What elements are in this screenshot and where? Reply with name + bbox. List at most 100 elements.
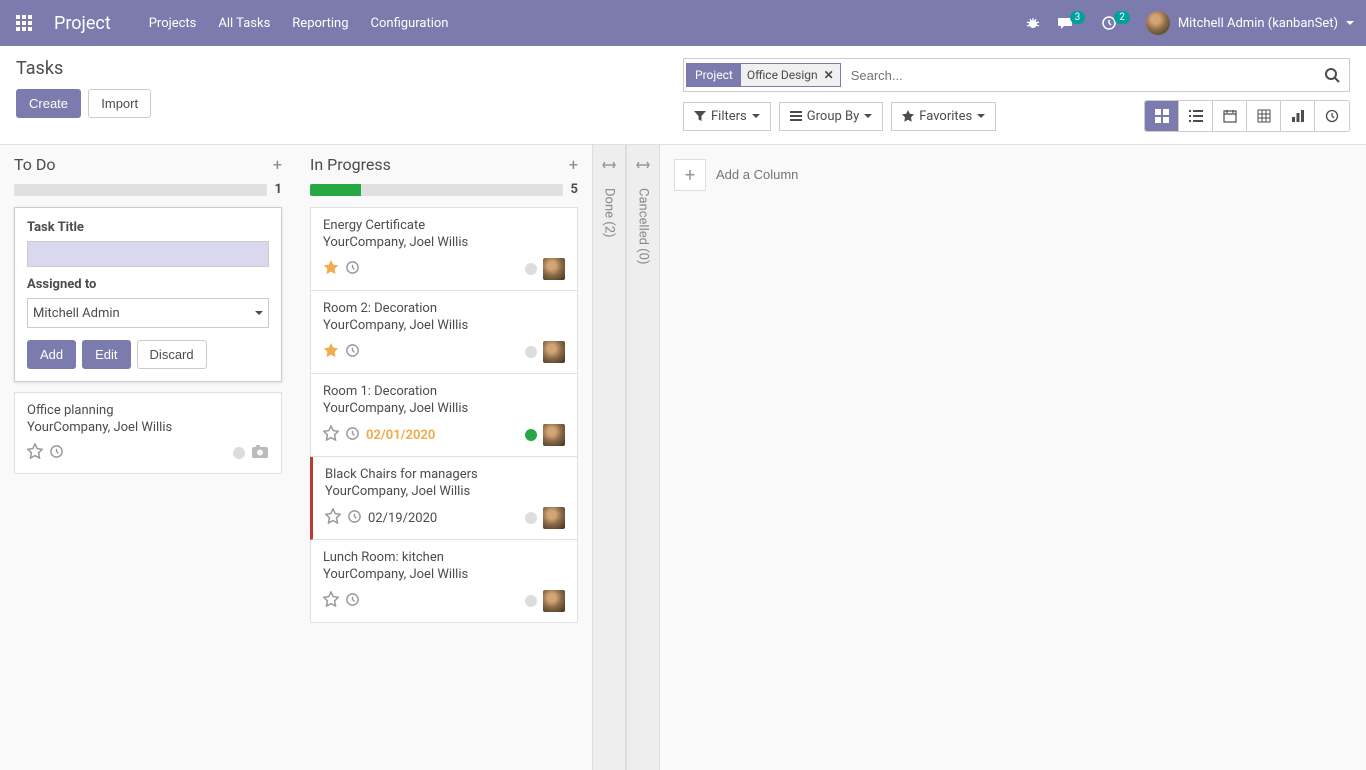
nav-projects[interactable]: Projects	[149, 16, 197, 31]
activity-icon[interactable]	[49, 444, 64, 463]
view-calendar-button[interactable]	[1213, 101, 1247, 131]
kanban-state-dot[interactable]	[525, 346, 537, 358]
search-submit-icon[interactable]	[1315, 67, 1349, 83]
assignee-avatar-icon[interactable]	[543, 507, 565, 529]
select-caret-icon	[255, 311, 263, 315]
create-button[interactable]: Create	[16, 89, 81, 118]
quick-create-form: Task Title Assigned to Mitchell Admin Ad…	[14, 207, 282, 382]
assignee-avatar-icon[interactable]	[543, 258, 565, 280]
search-input[interactable]	[843, 59, 1315, 91]
task-subtitle: YourCompany, Joel Willis	[27, 420, 269, 435]
view-activity-button[interactable]	[1315, 101, 1349, 131]
task-subtitle: YourCompany, Joel Willis	[323, 318, 565, 333]
star-icon[interactable]	[325, 508, 341, 528]
kanban-card[interactable]: Room 2: DecorationYourCompany, Joel Will…	[310, 291, 578, 374]
add-column-area: +	[660, 145, 906, 770]
task-title: Lunch Room: kitchen	[323, 550, 565, 565]
activities-icon[interactable]: 2	[1101, 15, 1130, 31]
column-title[interactable]: In Progress	[310, 155, 391, 174]
kanban-state-dot[interactable]	[525, 512, 537, 524]
apps-menu-button[interactable]	[12, 11, 36, 35]
deadline-date: 02/01/2020	[366, 428, 435, 443]
activity-icon[interactable]	[347, 509, 362, 528]
task-title-input[interactable]	[27, 241, 269, 267]
column-inprogress: In Progress + 5 Energy CertificateYourCo…	[296, 145, 592, 770]
assigned-to-label: Assigned to	[27, 277, 269, 292]
activity-icon[interactable]	[345, 260, 360, 279]
kanban-state-dot[interactable]	[525, 429, 537, 441]
kanban-card[interactable]: Lunch Room: kitchen YourCompany, Joel Wil…	[310, 540, 578, 623]
add-button[interactable]: Add	[27, 340, 76, 369]
search-facet-tag: Project Office Design ✕	[686, 63, 841, 87]
edit-button[interactable]: Edit	[82, 340, 130, 369]
view-graph-button[interactable]	[1281, 101, 1315, 131]
search-bar[interactable]: Project Office Design ✕	[683, 58, 1350, 92]
kanban-state-dot[interactable]	[233, 447, 245, 459]
folded-column-title: Done (2)	[602, 188, 617, 238]
search-facet-value: Office Design	[747, 68, 818, 82]
folded-column-title: Cancelled (0)	[636, 188, 651, 264]
kanban-state-dot[interactable]	[525, 263, 537, 275]
import-button[interactable]: Import	[88, 89, 151, 118]
kanban-state-dot[interactable]	[525, 595, 537, 607]
kanban-card[interactable]: Room 1: DecorationYourCompany, Joel Will…	[310, 374, 578, 457]
column-done-folded[interactable]: Done (2)	[592, 145, 626, 770]
star-icon[interactable]	[323, 591, 339, 611]
star-icon[interactable]	[27, 443, 43, 463]
task-subtitle: YourCompany, Joel Willis	[323, 567, 565, 582]
column-progress-bar[interactable]	[14, 184, 267, 196]
kanban-card[interactable]: Black Chairs for managersYourCompany, Jo…	[310, 457, 578, 540]
assignee-avatar-icon[interactable]	[543, 341, 565, 363]
add-column-input[interactable]	[716, 159, 892, 182]
nav-reporting[interactable]: Reporting	[292, 16, 348, 31]
favorites-dropdown[interactable]: Favorites	[891, 102, 996, 131]
task-title-label: Task Title	[27, 220, 269, 235]
activity-icon[interactable]	[345, 343, 360, 362]
top-navbar: Project Projects All Tasks Reporting Con…	[0, 0, 1366, 46]
view-switcher	[1144, 100, 1350, 132]
kanban-card[interactable]: Energy CertificateYourCompany, Joel Will…	[310, 207, 578, 291]
column-title[interactable]: To Do	[14, 155, 56, 174]
discard-button[interactable]: Discard	[137, 340, 207, 369]
activity-icon[interactable]	[345, 426, 360, 445]
view-pivot-button[interactable]	[1247, 101, 1281, 131]
star-icon[interactable]	[323, 342, 339, 362]
page-title: Tasks	[16, 58, 683, 79]
app-brand[interactable]: Project	[54, 13, 111, 34]
column-cancelled-folded[interactable]: Cancelled (0)	[626, 145, 660, 770]
search-facet-remove[interactable]: ✕	[824, 68, 834, 82]
quick-add-button[interactable]: +	[569, 155, 578, 174]
assignee-avatar-icon[interactable]	[543, 590, 565, 612]
user-name: Mitchell Admin (kanbanSet)	[1178, 16, 1338, 31]
nav-configuration[interactable]: Configuration	[371, 16, 449, 31]
task-title: Room 1: Decoration	[323, 384, 565, 399]
messages-icon[interactable]: 3	[1057, 15, 1086, 31]
groupby-dropdown[interactable]: Group By	[779, 102, 884, 131]
activity-icon[interactable]	[345, 592, 360, 611]
user-avatar-icon	[1146, 11, 1170, 35]
kanban-card[interactable]: Office planningYourCompany, Joel Willis	[14, 392, 282, 474]
star-icon[interactable]	[323, 259, 339, 279]
assignee-avatar-icon[interactable]	[543, 424, 565, 446]
deadline-date: 02/19/2020	[368, 511, 437, 526]
messages-badge: 3	[1070, 11, 1086, 24]
user-menu-caret-icon	[1346, 21, 1354, 25]
user-menu[interactable]: Mitchell Admin (kanbanSet)	[1146, 11, 1354, 35]
column-todo: To Do + 1 Task Title Assigned to Mitchel…	[0, 145, 296, 770]
debug-icon[interactable]	[1025, 15, 1041, 31]
star-icon[interactable]	[323, 425, 339, 445]
column-progress-bar[interactable]	[310, 184, 563, 196]
add-column-button[interactable]: +	[674, 159, 706, 191]
quick-add-button[interactable]: +	[273, 155, 282, 174]
assigned-to-select[interactable]: Mitchell Admin	[27, 298, 269, 328]
arrows-icon	[636, 159, 650, 174]
attachment-icon[interactable]	[251, 444, 269, 463]
arrows-icon	[602, 159, 616, 174]
filters-dropdown[interactable]: Filters	[683, 102, 771, 131]
caret-down-icon	[864, 114, 872, 118]
search-facet-name: Project	[687, 64, 741, 86]
nav-all-tasks[interactable]: All Tasks	[218, 16, 270, 31]
kanban-board: To Do + 1 Task Title Assigned to Mitchel…	[0, 144, 1366, 770]
view-kanban-button[interactable]	[1145, 101, 1179, 131]
view-list-button[interactable]	[1179, 101, 1213, 131]
